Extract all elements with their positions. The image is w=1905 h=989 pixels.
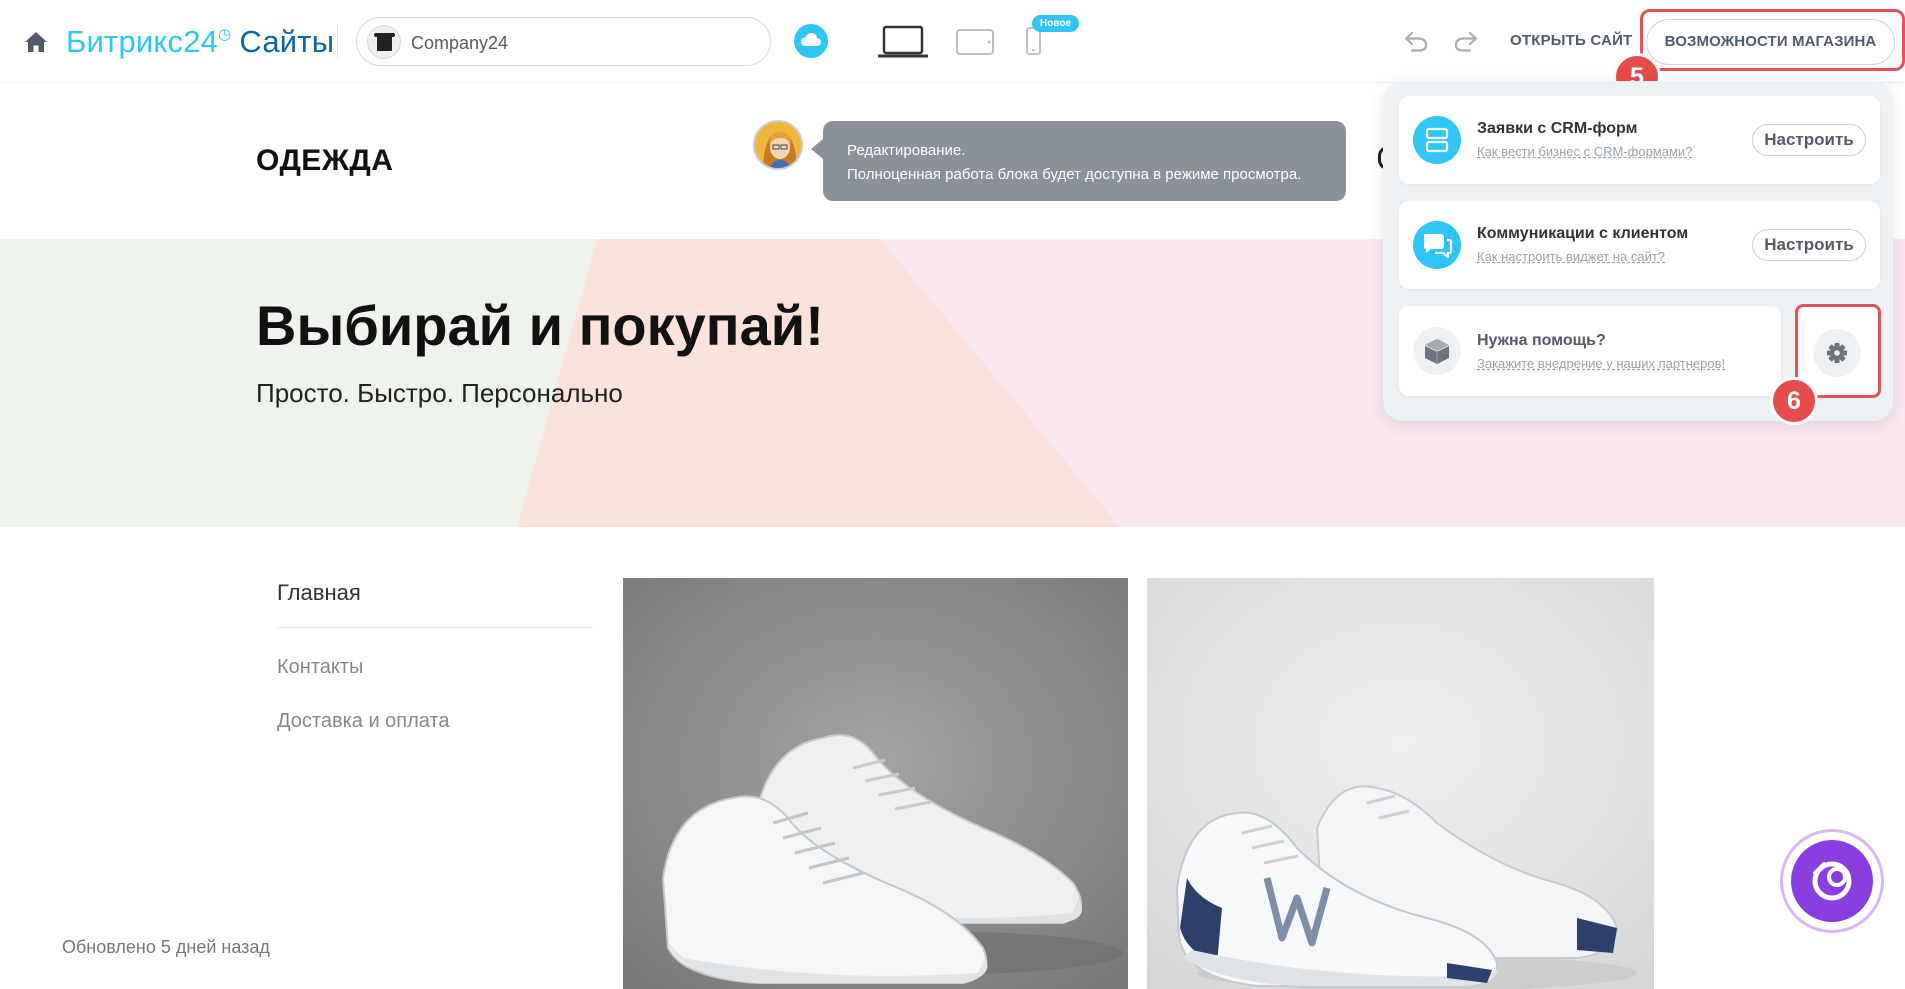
box-icon (1413, 327, 1461, 375)
clock-icon: ◷ (218, 26, 232, 43)
desktop-view-icon[interactable] (878, 25, 928, 59)
divider (337, 24, 338, 60)
tooltip-text: Полноценная работа блока будет доступна … (847, 166, 1302, 183)
product-image-running-sneakers[interactable] (1147, 578, 1654, 989)
site-name: Company24 (411, 33, 509, 53)
crm-forms-title: Заявки с CRM-форм (1477, 120, 1638, 137)
nav-item-delivery[interactable]: Доставка и оплата (277, 710, 450, 733)
highlight-frame-5 (1640, 9, 1905, 71)
last-updated-text: Обновлено 5 дней назад (62, 937, 270, 957)
step-marker-6: 6 (1770, 377, 1818, 425)
partner-implementation-link[interactable]: Закажите внедрение у наших партнеров! (1477, 356, 1725, 371)
chat-icon (1413, 221, 1461, 269)
site-avatar-icon (367, 25, 401, 59)
nav-divider (277, 627, 593, 628)
crm-forms-configure-button[interactable]: Настроить (1752, 124, 1866, 156)
site-selector[interactable]: Company24 (356, 17, 771, 66)
tooltip-title: Редактирование. (847, 142, 966, 159)
crm-forms-icon (1413, 116, 1461, 164)
need-help-title: Нужна помощь? (1477, 332, 1606, 349)
product-image-white-sneakers[interactable] (623, 578, 1128, 989)
need-help-card: Нужна помощь? Закажите внедрение у наших… (1399, 306, 1781, 396)
client-communications-card: Коммуникации с клиентом Как настроить ви… (1399, 201, 1880, 289)
hero-title: Выбирай и покупай! (256, 294, 824, 357)
redo-icon[interactable] (1453, 29, 1479, 53)
hero-subtitle: Просто. Быстро. Персонально (256, 378, 623, 408)
communications-configure-button[interactable]: Настроить (1752, 229, 1866, 261)
cloud-icon[interactable] (794, 24, 828, 58)
client-communications-title: Коммуникации с клиентом (1477, 225, 1689, 242)
copilot-widget-button[interactable] (1791, 840, 1873, 922)
logo-product: Сайты (239, 24, 335, 59)
copilot-icon (1812, 861, 1852, 901)
nav-item-home[interactable]: Главная (277, 580, 361, 606)
edit-mode-tooltip: Редактирование. Полноценная работа блока… (811, 121, 1346, 201)
crm-forms-help-link[interactable]: Как вести бизнес с CRM-формами? (1477, 144, 1692, 159)
bitrix24-sites-logo[interactable]: Битрикс24◷ Сайты (66, 24, 334, 60)
undo-icon[interactable] (1403, 29, 1429, 53)
home-icon[interactable] (24, 31, 48, 53)
new-badge: Новое (1032, 15, 1080, 32)
assistant-avatar (753, 120, 803, 170)
open-site-link[interactable]: ОТКРЫТЬ САЙТ (1510, 32, 1632, 49)
logo-brand: Битрикс24 (66, 24, 219, 59)
nav-item-contacts[interactable]: Контакты (277, 656, 363, 679)
tablet-view-icon[interactable] (955, 28, 995, 56)
crm-forms-card: Заявки с CRM-форм Как вести бизнес с CRM… (1399, 96, 1880, 184)
site-brand: ОДЕЖДА (256, 144, 394, 177)
widget-help-link[interactable]: Как настроить виджет на сайт? (1477, 249, 1665, 264)
